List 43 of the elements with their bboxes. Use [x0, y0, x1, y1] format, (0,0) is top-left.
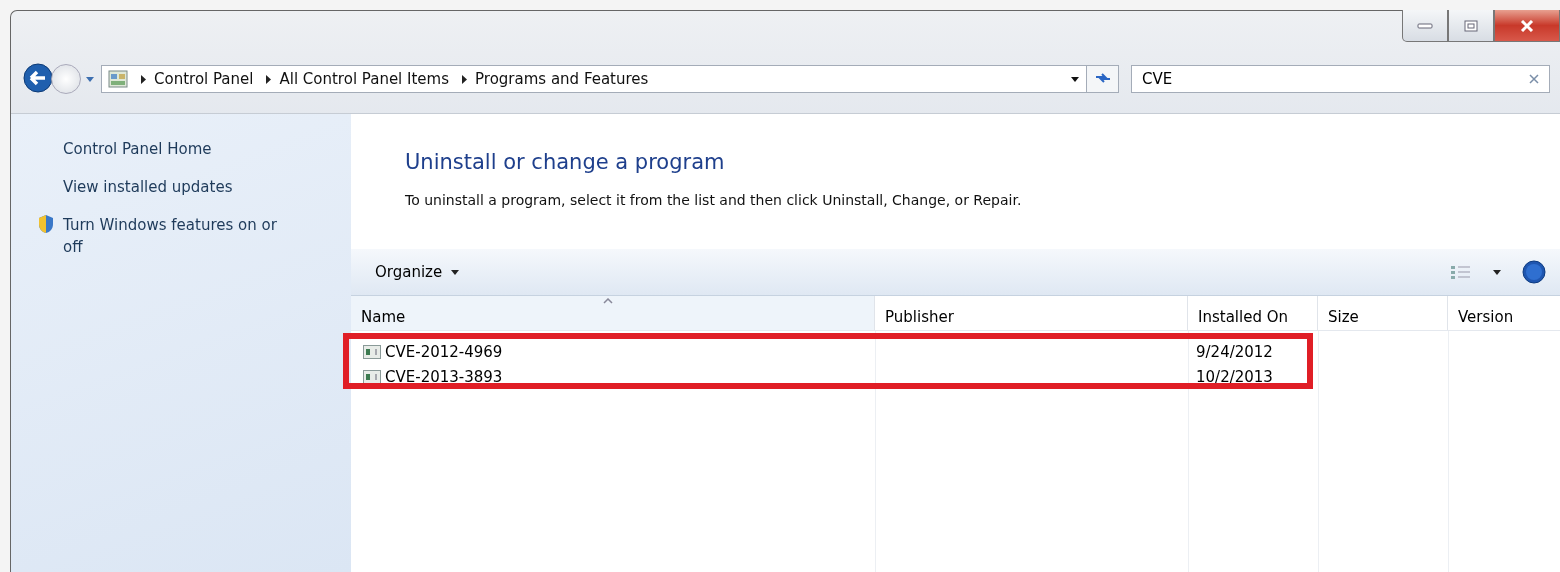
column-header[interactable]: Version [1448, 296, 1560, 330]
sidebar-link[interactable]: Control Panel Home [63, 138, 299, 160]
back-button[interactable] [21, 62, 55, 96]
program-name[interactable]: CVE-2012-4969 [385, 342, 503, 361]
close-button[interactable] [1494, 10, 1560, 42]
refresh-icon [1093, 70, 1112, 85]
column-header[interactable]: Name [351, 296, 875, 330]
table-cell: 9/24/2012 [1196, 342, 1273, 361]
breadcrumb[interactable]: Programs and Features [475, 70, 649, 88]
column-header[interactable]: Installed On [1188, 296, 1318, 330]
program-icon [363, 344, 381, 359]
breadcrumb-arrow-icon[interactable] [140, 74, 146, 84]
program-name[interactable]: CVE-2013-3893 [385, 367, 503, 386]
sort-caret-icon [603, 298, 613, 304]
close-icon [1520, 19, 1534, 32]
table-cell: 10/2/2013 [1196, 367, 1273, 386]
address-bar[interactable]: Control Panel All Control Panel Items Programs and Features [101, 65, 1087, 93]
organize-button[interactable]: Organize [373, 261, 463, 283]
program-icon [363, 369, 381, 384]
maximize-icon [1464, 19, 1478, 32]
view-dropdown-icon[interactable] [1492, 268, 1502, 276]
history-dropdown-icon[interactable] [85, 75, 95, 83]
column-header[interactable]: Size [1318, 296, 1448, 330]
minimize-icon [1417, 21, 1433, 30]
maximize-button[interactable] [1448, 10, 1494, 42]
control-panel-icon [108, 70, 128, 88]
breadcrumb[interactable]: Control Panel [154, 70, 254, 88]
page-title: Uninstall or change a program [405, 150, 726, 174]
breadcrumb-arrow-icon[interactable] [461, 74, 468, 84]
breadcrumb-arrow-icon[interactable] [265, 74, 272, 84]
caret-icon [450, 268, 461, 276]
description-text: To uninstall a program, select it from the list and then click Uninstall, Change, or Repair. [405, 192, 1023, 208]
breadcrumb[interactable]: All Control Panel Items [279, 70, 450, 88]
column-header[interactable]: Publisher [875, 296, 1188, 330]
sidebar-link[interactable]: Turn Windows features on or off [63, 214, 299, 258]
help-icon[interactable] [1522, 260, 1546, 284]
search-field[interactable]: CVE [1131, 65, 1550, 93]
dropdown-arrow-icon[interactable] [1070, 75, 1080, 83]
sidebar-link[interactable]: View installed updates [63, 176, 299, 198]
clear-icon[interactable] [1529, 74, 1539, 84]
minimize-button[interactable] [1402, 10, 1448, 42]
refresh-button[interactable] [1087, 65, 1119, 93]
shield-icon [37, 214, 55, 234]
